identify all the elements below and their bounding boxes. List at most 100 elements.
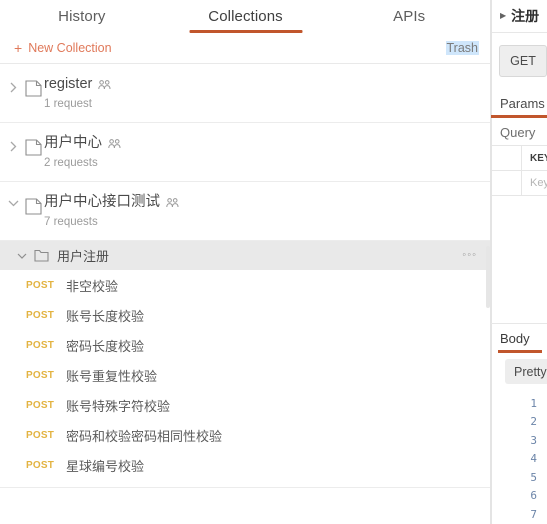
request-list: POST 非空校验 POST 账号长度校验 POST 密码长度校验 POST 账…	[0, 270, 491, 480]
query-params-label: Query	[500, 124, 536, 140]
table-row[interactable]: Key	[491, 170, 547, 196]
request-method: POST	[26, 309, 55, 321]
request-name: 非空校验	[66, 278, 119, 294]
plus-icon: +	[14, 40, 23, 56]
collection-text: 用户中心接口测试 7 requests	[44, 193, 179, 230]
request-name: 星球编号校验	[66, 458, 145, 474]
trash-button[interactable]: Trash	[445, 41, 479, 55]
collection-title-line: register	[44, 75, 111, 93]
people-icon	[166, 196, 179, 208]
tab-apis-label: APIs	[393, 8, 426, 25]
collection-text: register 1 request	[44, 75, 111, 112]
url-bar: GET	[491, 33, 547, 89]
response-spacer	[491, 196, 547, 323]
table-header-row: KEY	[491, 145, 547, 171]
line-number: 5	[530, 470, 537, 484]
response-view-controls: Pretty	[491, 353, 547, 391]
new-collection-label: New Collection	[28, 41, 112, 55]
subfolder-name: 用户注册	[57, 249, 110, 264]
right-pane-border	[491, 0, 492, 524]
request-tabstrip: ▶ 注册	[491, 0, 547, 33]
line-number: 3	[530, 433, 537, 447]
tab-apis[interactable]: APIs	[327, 0, 491, 33]
request-method: POST	[26, 399, 55, 411]
tab-active-underline	[189, 30, 302, 33]
request-name: 账号长度校验	[66, 308, 145, 324]
postman-window: History Collections APIs + New Collectio…	[0, 0, 547, 524]
collection-title-line: 用户中心接口测试	[44, 193, 179, 211]
sidebar-action-row: + New Collection Trash	[0, 33, 491, 64]
collection-name: 用户中心接口测试	[44, 194, 160, 210]
chevron-down-icon[interactable]	[14, 253, 30, 259]
table-header-key: KEY	[530, 152, 547, 164]
collection-row-register[interactable]: register 1 request	[0, 64, 491, 123]
request-method: POST	[26, 459, 55, 471]
request-name: 账号特殊字符校验	[66, 398, 171, 414]
collections-tree: register 1 request 用户中心 2 requests 用户中心接…	[0, 64, 491, 524]
request-method: POST	[26, 429, 55, 441]
request-row[interactable]: POST 密码长度校验	[0, 330, 491, 360]
request-subtabs: Params	[491, 89, 547, 118]
chevron-right-icon[interactable]	[4, 75, 22, 93]
query-params-table: KEY Key	[491, 145, 547, 196]
folder-open-icon	[30, 249, 52, 262]
folder-icon	[22, 193, 44, 215]
request-method: POST	[26, 339, 55, 351]
line-number: 4	[530, 452, 537, 465]
body-tab-underline	[498, 349, 542, 353]
request-row[interactable]: POST 密码和校验密码相同性校验	[0, 420, 491, 450]
response-tabs: Body	[491, 322, 547, 353]
collection-text: 用户中心 2 requests	[44, 134, 121, 171]
request-detail-pane: ▶ 注册 GET Params Query KEY Key Body	[491, 0, 547, 524]
list-end-divider	[0, 487, 491, 488]
request-tab-label[interactable]: 注册	[511, 6, 539, 26]
tab-params[interactable]: Params	[500, 96, 545, 111]
request-row[interactable]: POST 非空校验	[0, 270, 491, 300]
line-number: 6	[530, 489, 537, 502]
request-method: POST	[26, 279, 55, 291]
request-name: 账号重复性校验	[66, 368, 158, 384]
request-method: POST	[26, 369, 55, 381]
request-row[interactable]: POST 星球编号校验	[0, 450, 491, 480]
tab-history[interactable]: History	[0, 0, 164, 33]
collection-name: register	[44, 76, 93, 92]
pretty-view-button[interactable]: Pretty	[505, 359, 547, 384]
row-checkbox-cell[interactable]	[491, 171, 522, 195]
tab-collections-label: Collections	[208, 8, 283, 25]
collection-request-count: 2 requests	[44, 157, 98, 169]
folder-icon	[22, 75, 44, 97]
key-input[interactable]: Key	[522, 171, 547, 195]
chevron-right-icon[interactable]	[4, 134, 22, 152]
caret-right-icon[interactable]: ▶	[500, 12, 506, 20]
more-options-icon[interactable]: ◦◦◦	[460, 246, 479, 265]
request-name: 密码长度校验	[66, 338, 145, 354]
line-number: 7	[530, 507, 537, 521]
tab-collections[interactable]: Collections	[164, 0, 328, 33]
tab-body[interactable]: Body	[500, 331, 530, 346]
collection-name: 用户中心	[44, 135, 102, 151]
params-tab-underline	[491, 115, 547, 118]
people-icon	[98, 78, 111, 90]
collection-request-count: 1 request	[44, 98, 92, 110]
request-row[interactable]: POST 账号重复性校验	[0, 360, 491, 390]
http-method-select[interactable]: GET	[499, 45, 547, 77]
request-row[interactable]: POST 账号特殊字符校验	[0, 390, 491, 420]
request-name: 密码和校验密码相同性校验	[66, 428, 223, 444]
sidebar-pane: History Collections APIs + New Collectio…	[0, 0, 491, 524]
collection-request-count: 7 requests	[44, 216, 98, 228]
response-line-numbers: 1 2 3 4 5 6 7	[491, 391, 547, 524]
line-number: 2	[530, 415, 537, 428]
sidebar-tabbar: History Collections APIs	[0, 0, 491, 33]
request-row[interactable]: POST 账号长度校验	[0, 300, 491, 330]
collection-row-user-center[interactable]: 用户中心 2 requests	[0, 123, 491, 182]
line-number: 1	[530, 396, 537, 410]
people-icon	[108, 137, 121, 149]
new-collection-button[interactable]: + New Collection	[14, 41, 112, 55]
folder-icon	[22, 134, 44, 156]
table-header-checkbox-cell	[491, 146, 522, 170]
tab-history-label: History	[58, 8, 106, 25]
collection-title-line: 用户中心	[44, 134, 121, 152]
subfolder-row-user-register[interactable]: 用户注册 ◦◦◦	[0, 241, 491, 270]
collection-row-user-center-api-test[interactable]: 用户中心接口测试 7 requests	[0, 182, 491, 241]
chevron-down-icon[interactable]	[4, 193, 22, 207]
